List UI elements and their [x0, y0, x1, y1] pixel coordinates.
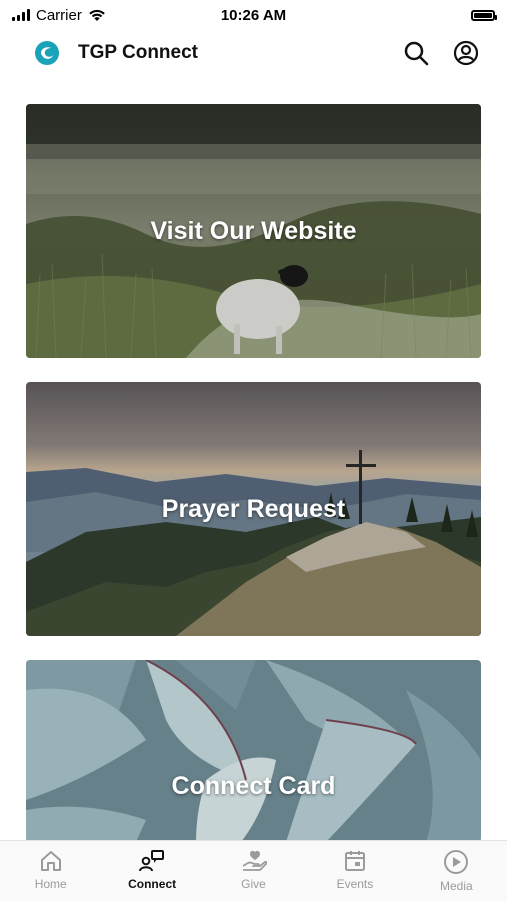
status-left: Carrier: [12, 7, 106, 24]
give-icon: [242, 850, 267, 871]
tab-give[interactable]: Give: [203, 841, 304, 901]
app-title: TGP Connect: [78, 42, 198, 63]
search-icon[interactable]: [403, 40, 429, 66]
tgp-logo-icon: [35, 41, 59, 65]
clock: 10:26 AM: [220, 6, 287, 24]
tab-connect[interactable]: Connect: [101, 841, 202, 901]
tab-label: Events: [336, 877, 374, 891]
wifi-icon: [89, 9, 105, 21]
carrier-label: Carrier: [36, 6, 82, 24]
visit-website-card[interactable]: Visit Our Website: [26, 104, 481, 358]
status-bar: Carrier 10:26 AM: [0, 0, 507, 30]
play-icon: [444, 850, 469, 874]
tab-media[interactable]: Media: [406, 841, 507, 901]
tab-label: Media: [439, 879, 473, 893]
account-icon[interactable]: [453, 40, 479, 66]
battery-icon: [471, 9, 497, 21]
tab-bar: Home Connect Give Events Media: [0, 840, 507, 901]
tab-home[interactable]: Home: [0, 841, 101, 901]
prayer-request-card[interactable]: Prayer Request: [26, 382, 481, 636]
connect-card-card[interactable]: Connect Card: [26, 660, 481, 842]
card-label: Visit Our Website: [150, 216, 357, 245]
tab-label: Home: [34, 877, 67, 891]
tab-label: Give: [241, 877, 266, 891]
card-label: Prayer Request: [161, 494, 346, 523]
calendar-icon: [344, 851, 365, 871]
agave-plant-image: [26, 660, 481, 842]
home-icon: [40, 851, 61, 871]
connect-icon: [139, 850, 165, 872]
card-label: Connect Card: [171, 772, 336, 800]
signal-icon: [12, 9, 30, 21]
app-header: TGP Connect: [0, 32, 507, 74]
tab-label: Connect: [128, 877, 177, 891]
tab-events[interactable]: Events: [304, 841, 405, 901]
header-icons: [403, 40, 479, 66]
